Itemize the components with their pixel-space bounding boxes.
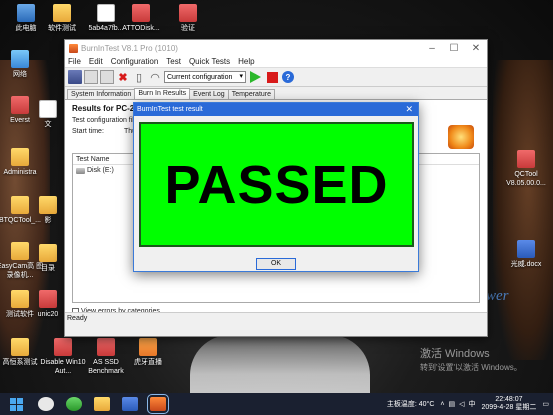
app-icon — [11, 96, 29, 114]
folder-icon — [11, 242, 29, 260]
stop-test-icon[interactable] — [267, 71, 278, 83]
toolbar: ✖ ▯ ◠ Current configuration ▾ ? — [65, 68, 487, 87]
burnintest-taskbar-icon[interactable] — [147, 394, 169, 414]
close-button[interactable]: ✕ — [465, 43, 487, 54]
menu-quick-tests[interactable]: Quick Tests — [189, 57, 230, 66]
ok-button[interactable]: OK — [256, 258, 296, 270]
app-icon — [517, 150, 535, 168]
taskbar: 主板温度: 40°C ˄ ▤ ◁ 中 22:48:07 2099-4-28 星期… — [0, 393, 553, 415]
help-icon[interactable]: ? — [282, 71, 294, 83]
word-icon[interactable] — [122, 397, 138, 411]
config-file-label: Test configuration fil... — [72, 117, 140, 124]
folder-icon — [11, 196, 29, 214]
app-icon — [97, 338, 115, 356]
minimize-button[interactable]: – — [421, 43, 443, 54]
desktop-icon-atto[interactable]: ATTODisk... — [115, 4, 167, 33]
tab-temperature[interactable]: Temperature — [227, 89, 275, 99]
windows-logo-tile — [9, 404, 16, 411]
cpu-temperature: 主板温度: 40°C — [386, 401, 435, 408]
clear-icon[interactable]: ✖ — [116, 70, 130, 84]
tab-system-information[interactable]: System Information — [67, 89, 136, 99]
clock[interactable]: 22:48:07 2099-4-28 星期二 — [482, 396, 537, 412]
document-icon — [97, 4, 115, 22]
tab-burn-in-results[interactable]: Burn In Results — [134, 88, 191, 99]
desktop-icon-docx[interactable]: 光威.docx — [500, 240, 552, 269]
folder-icon — [39, 196, 57, 214]
browser-icon[interactable] — [66, 397, 82, 411]
app-icon — [39, 290, 57, 308]
wallpaper-figure-bottom — [190, 335, 370, 400]
network-icon — [11, 50, 29, 68]
result-badge-icon — [448, 125, 474, 149]
notification-icon[interactable]: ▭ — [542, 400, 549, 408]
search-icon[interactable] — [38, 397, 54, 411]
window-title: BurnInTest V8.1 Pro (1010) — [81, 43, 178, 53]
desktop-icon-verify[interactable]: 验证 — [162, 4, 214, 33]
system-tray: 主板温度: 40°C ˄ ▤ ◁ 中 22:48:07 2099-4-28 星期… — [387, 393, 553, 415]
folder-icon — [53, 4, 71, 22]
desktop-icon-huya[interactable]: 虎牙直播 — [122, 338, 174, 367]
desktop-icon-qctool[interactable]: QCTool V8.05.00.0... — [500, 150, 552, 188]
title-bar[interactable]: BurnInTest V8.1 Pro (1010) – ☐ ✕ — [65, 40, 487, 56]
status-bar: Ready — [65, 312, 487, 324]
menu-file[interactable]: File — [68, 57, 81, 66]
test-result-dialog: BurnInTest test result ✕ PASSED OK — [133, 102, 419, 272]
start-time-label: Start time: — [72, 128, 104, 135]
document-icon — [39, 100, 57, 118]
menu-test[interactable]: Test — [166, 57, 181, 66]
file-explorer-icon[interactable] — [94, 397, 110, 411]
folder-icon — [39, 244, 57, 262]
save-icon[interactable] — [68, 70, 82, 84]
disk-icon — [76, 167, 85, 174]
chevron-down-icon: ▾ — [239, 73, 243, 80]
windows-logo-tile — [9, 397, 16, 404]
windows-logo-tile — [16, 404, 23, 411]
copy-icon[interactable] — [84, 70, 98, 84]
wallpaper-figure-right — [493, 60, 553, 360]
desktop-icon-administrator[interactable]: Administra — [0, 148, 46, 177]
desktop-icon-partial-unic[interactable]: unic20 — [33, 290, 63, 319]
computer-icon — [17, 4, 35, 22]
start-test-icon[interactable] — [250, 71, 261, 83]
folder-icon — [11, 338, 29, 356]
folder-icon — [11, 290, 29, 308]
windows-logo-tile — [16, 397, 23, 404]
app-icon — [54, 338, 72, 356]
tab-event-log[interactable]: Event Log — [189, 89, 229, 99]
menu-bar: File Edit Configuration Test Quick Tests… — [65, 56, 487, 68]
desktop-icon-partial-folder[interactable]: 影 — [33, 196, 63, 225]
document-icon[interactable] — [100, 70, 114, 84]
activation-watermark: 激活 Windows 转到'设置'以激活 Windows。 — [420, 348, 522, 372]
app-icon — [179, 4, 197, 22]
result-banner: PASSED — [139, 122, 414, 247]
start-time-row: Start time: Thu... — [72, 128, 142, 135]
start-button[interactable] — [6, 394, 26, 414]
desktop-icon-partial-directory[interactable]: 目录 — [33, 244, 63, 273]
burnintest-app-icon — [69, 43, 78, 53]
tab-bar: System Information Burn In Results Event… — [65, 87, 487, 100]
app-icon — [132, 4, 150, 22]
ime-icon[interactable]: 中 — [469, 399, 476, 409]
word-icon — [517, 240, 535, 258]
maximize-button[interactable]: ☐ — [443, 43, 465, 54]
configuration-select[interactable]: Current configuration ▾ — [164, 71, 246, 83]
chevron-up-icon[interactable]: ˄ — [440, 401, 444, 408]
menu-help[interactable]: Help — [238, 57, 254, 66]
report-icon[interactable]: ▯ — [132, 70, 146, 84]
menu-configuration[interactable]: Configuration — [111, 57, 159, 66]
desktop-icon-partial-doc[interactable]: 文 — [33, 100, 63, 129]
desktop-icon-network[interactable]: 网络 — [0, 50, 46, 79]
gauge-icon[interactable]: ◠ — [148, 70, 162, 84]
wallpaper-text: wer — [486, 288, 509, 304]
folder-icon — [11, 148, 29, 166]
result-text: PASSED — [164, 154, 389, 215]
volume-icon[interactable]: ◁ — [459, 400, 464, 408]
network-icon[interactable]: ▤ — [449, 400, 456, 408]
menu-edit[interactable]: Edit — [89, 57, 103, 66]
dialog-close-button[interactable]: ✕ — [405, 103, 413, 116]
app-icon — [139, 338, 157, 356]
dialog-title-bar[interactable]: BurnInTest test result ✕ — [134, 103, 418, 116]
